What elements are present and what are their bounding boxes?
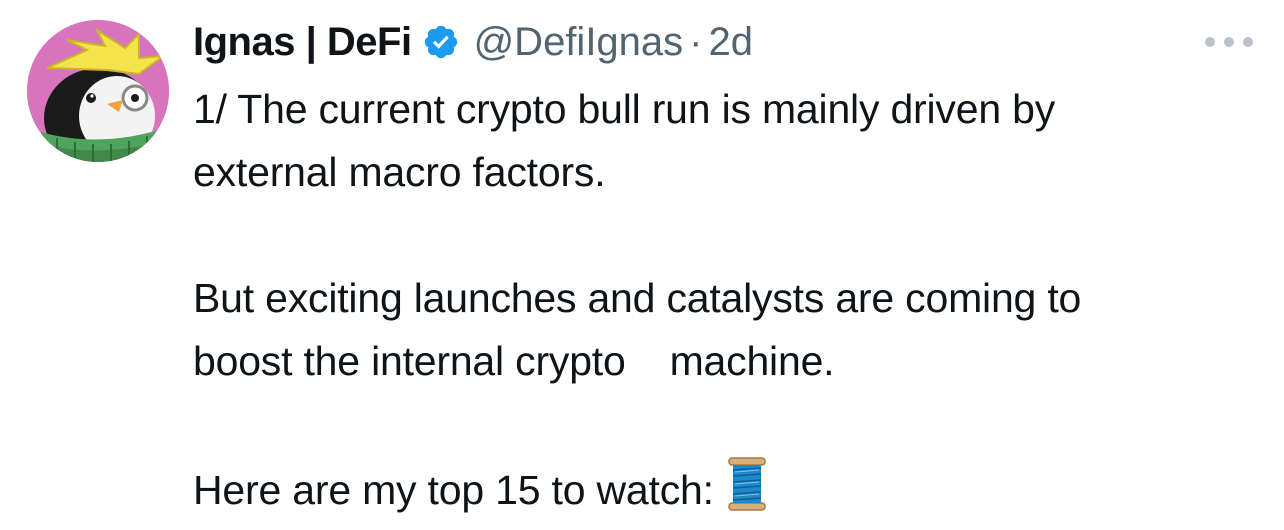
tweet-header: Ignas | DeFi @DefiIgnas · 2d <box>193 14 753 70</box>
tweet-line: Here are my top 15 to watch: <box>193 456 1263 530</box>
more-dot <box>1243 37 1253 47</box>
tweet-line: 1/ The current crypto bull run is mainly… <box>193 86 1056 132</box>
author-handle[interactable]: @DefiIgnas <box>474 20 684 65</box>
tweet-line-segment: machine. <box>669 338 835 384</box>
penguin-avatar-icon <box>27 20 169 162</box>
tweet-card[interactable]: Ignas | DeFi @DefiIgnas · 2d 1/ The curr… <box>0 0 1284 513</box>
avatar[interactable] <box>27 20 169 162</box>
tweet-timestamp[interactable]: 2d <box>709 20 754 65</box>
tweet-line: external macro factors. <box>193 149 606 195</box>
tweet-line-segment: Here are my top 15 to watch: <box>193 467 714 513</box>
tweet-line: But exciting launches and catalysts are … <box>193 275 1082 321</box>
tweet-line: boost the internal crypto machine. <box>193 330 1263 393</box>
more-options-icon[interactable] <box>1205 30 1253 54</box>
header-separator: · <box>689 19 703 64</box>
more-dot <box>1205 37 1215 47</box>
author-display-name[interactable]: Ignas | DeFi <box>193 20 412 65</box>
tweet-text: 1/ The current crypto bull run is mainly… <box>193 78 1263 530</box>
tweet-line-segment: boost the internal crypto <box>193 338 626 384</box>
verified-badge-icon[interactable] <box>422 23 460 61</box>
spool-of-thread-icon <box>725 456 769 530</box>
more-dot <box>1224 37 1234 47</box>
